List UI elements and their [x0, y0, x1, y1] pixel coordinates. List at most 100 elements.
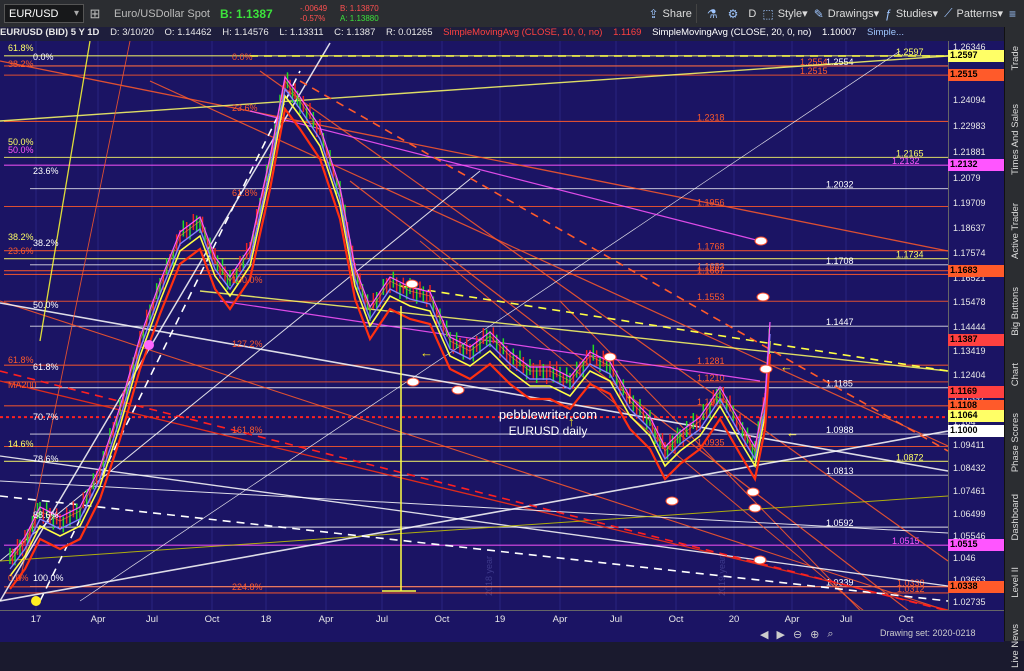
sidebar-tab-times-and-sales[interactable]: Times And Sales	[1005, 99, 1024, 179]
studies-button[interactable]: ƒ Studies ▾	[885, 7, 938, 21]
annotation-subtitle: EURUSD daily	[509, 424, 588, 438]
arrow-icon: ←	[786, 425, 799, 440]
sidebar-tab-level-ii[interactable]: Level II	[1005, 559, 1024, 605]
marker-ellipse	[665, 496, 679, 506]
gear-icon: ⚙	[727, 6, 739, 21]
sidebar-tab-label: Big Buttons	[1009, 286, 1021, 336]
price-tick: 1.18637	[953, 223, 986, 234]
fib-label: 70.7%	[33, 412, 59, 422]
price-tick: 1.19709	[953, 198, 986, 208]
time-tick: Oct	[434, 614, 450, 625]
sma-blue	[9, 87, 771, 570]
fib-label: 100.0%	[232, 275, 263, 285]
trend-line	[259, 70, 948, 562]
patterns-icon: ⟋	[944, 6, 953, 20]
price-level-label: 1.1708	[826, 256, 854, 266]
drawings-button[interactable]: ✎ Drawings ▾	[814, 7, 879, 21]
style-button[interactable]: ⬚ Style ▾	[762, 7, 807, 21]
sidebar-tab-chart[interactable]: Chart	[1005, 355, 1024, 395]
annotation-title: pebblewriter.com	[499, 407, 597, 422]
sidebar-tab-label: Active Trader	[1009, 203, 1021, 259]
sidebar-tab-dashboard[interactable]: Dashboard	[1005, 491, 1024, 543]
fib-label: 50.0%	[8, 145, 34, 155]
time-tick: 18	[260, 614, 272, 625]
fib-label: 0.0%	[33, 52, 54, 62]
fib-label: 61.8%	[33, 362, 59, 372]
interval-button[interactable]: D	[748, 8, 756, 20]
right-sidebar: Trade Times And Sales Active Trader Big But…	[1004, 27, 1024, 668]
marker-ellipse	[753, 555, 767, 565]
dashed-trend-line	[39, 70, 301, 602]
sidebar-tab-active-trader[interactable]: Active Trader	[1005, 195, 1024, 267]
watermark-label: 2018 year	[484, 556, 494, 596]
dashed-trend-line	[0, 495, 948, 602]
price-level-label: 1.2515	[800, 66, 828, 76]
price-level-label: 1.2318	[697, 112, 725, 122]
sidebar-tab-trade[interactable]: Trade	[1005, 33, 1024, 83]
trend-line	[0, 170, 481, 562]
price-level-label: 1.1768	[697, 242, 725, 252]
chart-info-bar: EUR/USD (BID) 5 Y 1D D: 3/10/20 O: 1.144…	[0, 27, 1004, 41]
sidebar-tab-label: Chart	[1009, 363, 1021, 387]
fib-label: 23.6%	[8, 246, 34, 256]
price-tick: 1.09411	[953, 440, 985, 451]
chart-style-icon: ⬚	[762, 6, 774, 21]
pink-marker	[144, 340, 154, 350]
fib-label: MA200	[8, 380, 37, 390]
time-tick: Oct	[204, 614, 220, 625]
scroll-right-icon[interactable]: ▶	[776, 628, 784, 641]
zoom-out-icon[interactable]: ⊖	[793, 628, 802, 641]
marker-ellipse	[405, 279, 419, 289]
sidebar-tab-big-buttons[interactable]: Big Buttons	[1005, 283, 1024, 339]
last-price: B: 1.1387	[220, 6, 273, 21]
time-tick: Apr	[784, 614, 800, 625]
price-axis[interactable]: 1.263461.252151.240941.229831.218811.207…	[948, 41, 1005, 610]
sidebar-tab-live-news[interactable]: Live News	[1005, 621, 1024, 671]
marker-ellipse	[759, 364, 773, 374]
symbol-input[interactable]: EUR/USD ▾	[4, 4, 84, 23]
sidebar-tab-label: Times And Sales	[1009, 103, 1021, 175]
settings-button[interactable]: ⚙	[728, 7, 743, 21]
price-level-label: 1.1210	[697, 373, 725, 383]
price-badge: 1.1169	[948, 385, 1006, 398]
price-chart[interactable]: 2018 year 2019 year 1.2597 1.2554 1.2554 1.25…	[0, 41, 948, 610]
price-tick: 1.21881	[953, 146, 986, 157]
grid-icon[interactable]: ⊞	[84, 6, 106, 22]
price-level-label: 1.1281	[697, 356, 725, 366]
price-badge: 1.1064	[948, 410, 1006, 423]
drawing-set-label[interactable]: Drawing set: 2020-0218	[880, 628, 976, 638]
fib-label: 0.0%	[8, 573, 29, 583]
flask-button[interactable]: ⚗	[707, 7, 722, 21]
dashed-trend-line	[399, 285, 948, 372]
arrow-icon: ↑	[626, 391, 633, 406]
fib-label: 61.8%	[232, 188, 258, 198]
zoom-in-icon[interactable]: ⊕	[810, 628, 819, 641]
trend-line	[0, 480, 948, 534]
time-tick: 17	[30, 614, 42, 625]
trend-line	[0, 60, 948, 252]
scroll-left-icon[interactable]: ◀	[760, 628, 768, 641]
sidebar-tab-label: Trade	[1009, 45, 1021, 71]
magnifier-icon[interactable]: ⌕	[827, 628, 833, 641]
marker-ellipse	[748, 503, 762, 513]
marker-ellipse	[754, 236, 768, 246]
price-badge: 1.2597	[948, 49, 1006, 62]
price-tick: 1.046	[953, 553, 976, 564]
price-level-label: 1.0813	[826, 466, 854, 476]
share-icon: ⇪	[648, 6, 659, 21]
price-level-label: 1.1553	[697, 292, 725, 302]
time-tick: Apr	[90, 614, 106, 625]
fib-label: 88.6%	[33, 510, 59, 520]
fib-label: 38.2%	[33, 238, 59, 248]
patterns-button[interactable]: ⟋ Patterns ▾	[944, 6, 1003, 21]
price-tick: 1.06499	[953, 508, 986, 519]
sma-yellow	[9, 94, 771, 577]
marker-ellipse	[406, 377, 420, 387]
time-tick: Oct	[898, 614, 914, 625]
time-axis[interactable]: ◀ ▶ ⊖ ⊕ ⌕ Drawing set: 2020-0218 17 Apr Ju…	[0, 610, 1004, 642]
price-level-label: 1.1185	[826, 379, 853, 389]
share-button[interactable]: ⇪ Share	[648, 7, 691, 21]
menu-button[interactable]: ≡	[1009, 7, 1020, 21]
chart-canvas[interactable]: 2018 year 2019 year1.25971.25541.25541.25…	[0, 41, 948, 610]
sidebar-tab-phase-scores[interactable]: Phase Scores	[1005, 411, 1024, 475]
